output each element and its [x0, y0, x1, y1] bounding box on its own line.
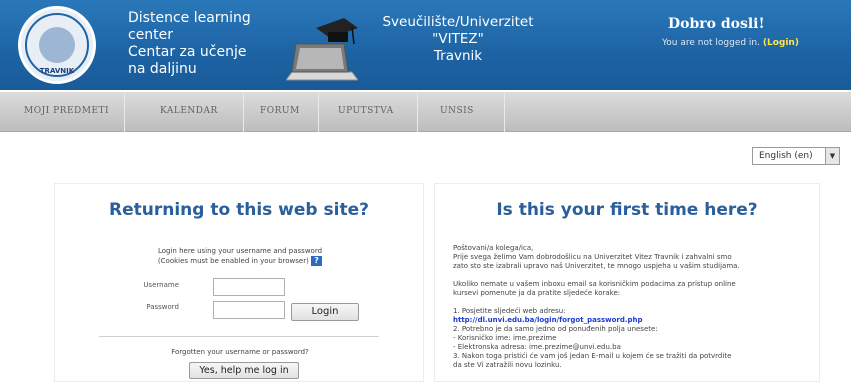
tab-unsis[interactable]: UNSIS [440, 106, 474, 116]
body-line: zato sto ste izabrali upravo naš Univerz… [453, 262, 740, 270]
username-label: Username [143, 281, 179, 289]
body-line: Ukoliko nemate u vašem inboxu email sa k… [453, 280, 736, 288]
username-input[interactable] [213, 278, 285, 296]
tab-divider [318, 92, 319, 132]
instruction-line-2-text: (Cookies must be enabled in your browser… [157, 257, 309, 265]
tab-divider [417, 92, 418, 132]
body-line: 3. Nakon toga pristići će vam još jedan … [453, 352, 732, 360]
language-select[interactable]: English (en) ▼ [752, 147, 840, 165]
university-name: Sveučilište/Univerzitet "VITEZ" Travnik [358, 14, 558, 65]
forgot-password-link[interactable]: http://dl.unvi.edu.ba/login/forgot_passw… [453, 316, 803, 325]
first-time-title: Is this your first time here? [496, 200, 758, 220]
body-line: - Korisničko ime: ime.prezime [453, 334, 557, 342]
body-line: da ste Vi zatražili novu lozinku. [453, 361, 562, 369]
login-button[interactable]: Login [291, 303, 359, 321]
first-time-body: Poštovani/a kolega/ica, Prije svega želi… [453, 244, 803, 370]
body-line: - Elektronska adresa: ime.prezime@unvi.e… [453, 343, 621, 351]
tab-uputstva[interactable]: UPUTSTVA [338, 106, 394, 116]
language-bar [0, 133, 851, 173]
first-time-panel: Is this your first time here? Poštovani/… [434, 183, 820, 382]
distance-learning-title: Distence learning center Centar za učenj… [128, 10, 251, 78]
seal-emblem [39, 27, 75, 63]
forgot-text: Forgotten your username or password? [171, 348, 309, 356]
help-me-login-button[interactable]: Yes, help me log in [189, 362, 299, 379]
body-line: Poštovani/a kolega/ica, [453, 244, 534, 252]
university-line-1: Sveučilište/Univerzitet [382, 14, 534, 30]
password-label: Password [146, 303, 179, 311]
tab-divider [243, 92, 244, 132]
welcome-block: Dobro dosli! You are not logged in. (Log… [598, 16, 848, 48]
tab-divider [124, 92, 125, 132]
section-divider [99, 336, 379, 337]
laptop-graduation-cap-icon [286, 18, 358, 81]
site-header: TRAVNIK Distence learning center Centar … [0, 0, 851, 90]
login-status: You are not logged in. (Login) [662, 38, 848, 48]
body-line: 1. Posjetite sljedeći web adresu: [453, 307, 566, 315]
tab-moji-predmeti[interactable]: MOJI PREDMETI [24, 106, 109, 116]
password-input[interactable] [213, 301, 285, 319]
instruction-line-1: Login here using your username and passw… [157, 247, 323, 255]
tab-kalendar[interactable]: KALENDAR [160, 106, 218, 116]
brand-line-1: Distence learning [128, 10, 251, 26]
body-line: kursevi pomenute ja da pratite sljedeće … [453, 289, 621, 297]
language-selected: English (en) [759, 151, 813, 161]
instruction-line-2: (Cookies must be enabled in your browser… [125, 256, 355, 266]
brand-line-3: Centar za učenje [128, 44, 247, 60]
returning-title: Returning to this web site? [109, 200, 369, 220]
body-line: Prije svega želimo Vam dobrodošlicu na U… [453, 253, 732, 261]
login-status-text: You are not logged in. [662, 38, 760, 48]
returning-user-panel: Returning to this web site? Login here u… [54, 183, 424, 382]
dropdown-arrow-icon[interactable]: ▼ [825, 148, 839, 164]
university-line-2: "VITEZ" [432, 31, 484, 47]
seal-label: TRAVNIK [39, 67, 75, 75]
body-line: 2. Potrebno je da samo jedno od ponuđeni… [453, 325, 658, 333]
brand-line-4: na daljinu [128, 61, 197, 77]
main-navigation: MOJI PREDMETI KALENDAR FORUM UPUTSTVA UN… [0, 92, 851, 132]
tab-divider [504, 92, 505, 132]
university-seal-logo: TRAVNIK [18, 6, 96, 84]
university-line-3: Travnik [433, 48, 483, 64]
header-login-link[interactable]: (Login) [763, 38, 799, 48]
login-instructions: Login here using your username and passw… [125, 247, 355, 266]
welcome-heading: Dobro dosli! [668, 16, 765, 32]
help-icon[interactable]: ? [311, 256, 323, 266]
brand-line-2: center [128, 27, 174, 43]
tab-forum[interactable]: FORUM [260, 106, 300, 116]
